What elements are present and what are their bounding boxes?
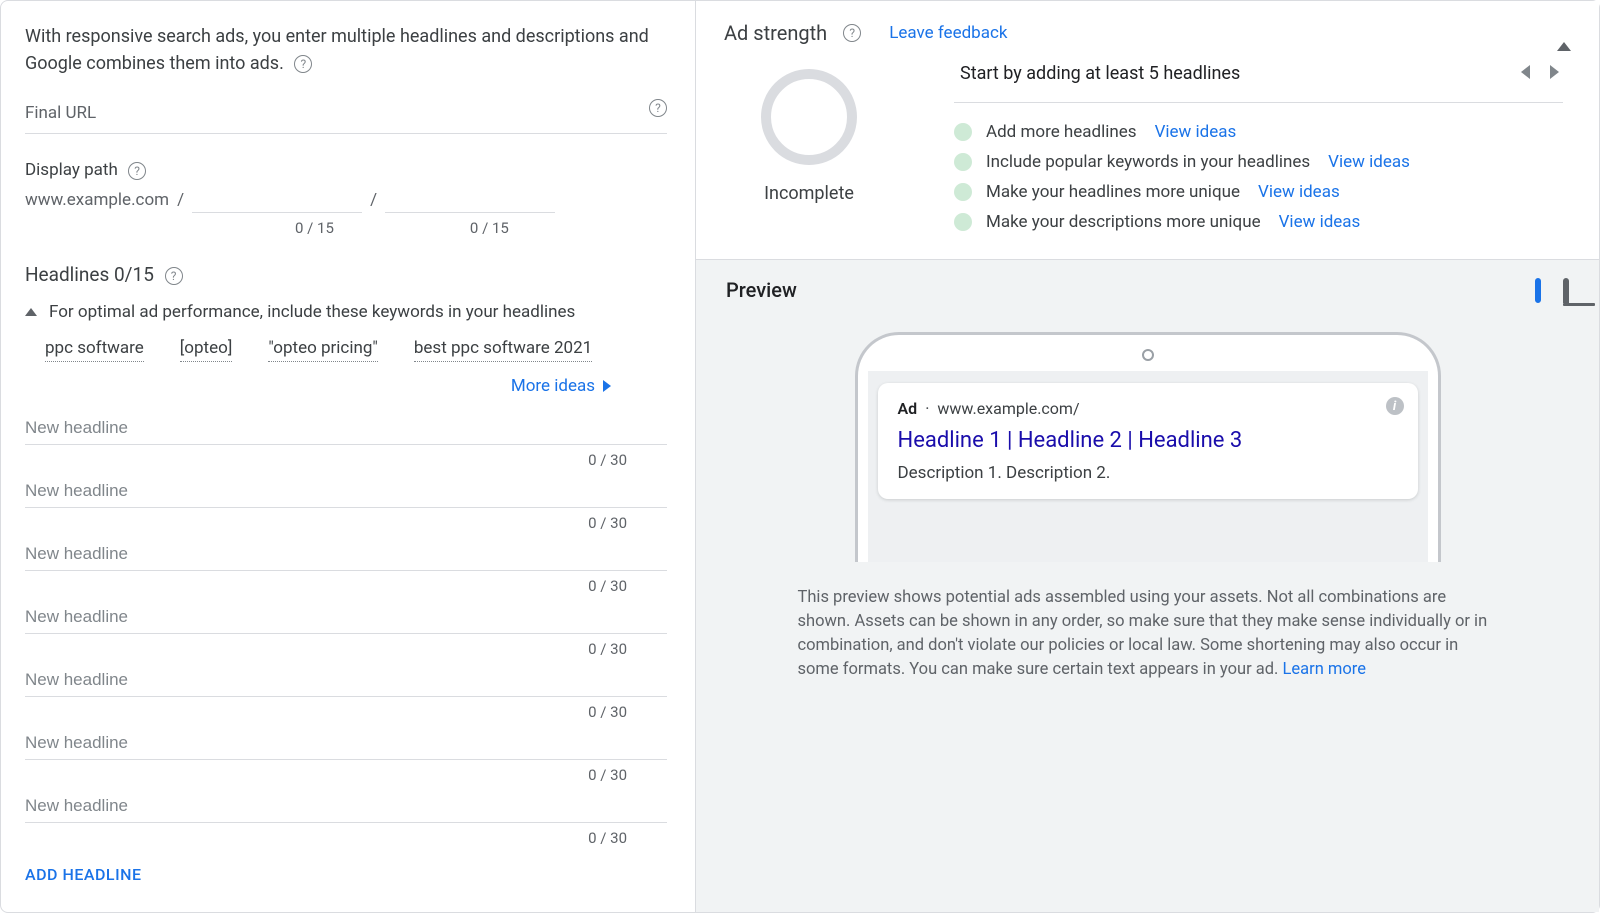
- help-icon[interactable]: ?: [294, 55, 312, 73]
- leave-feedback-link[interactable]: Leave feedback: [889, 23, 1007, 43]
- chevron-right-icon: [1550, 65, 1559, 79]
- headline-input[interactable]: [25, 544, 667, 564]
- next-button[interactable]: [1550, 64, 1559, 83]
- more-ideas-link[interactable]: More ideas: [511, 376, 611, 396]
- preview-title: Preview: [726, 278, 797, 302]
- device-frame: Ad · www.example.com/ i Headline 1 | Hea…: [855, 332, 1441, 562]
- final-url-label: Final URL: [25, 103, 667, 123]
- display-path-input-2[interactable]: [385, 188, 555, 213]
- headline-counter: 0 / 30: [25, 766, 627, 784]
- add-headline-button[interactable]: ADD HEADLINE: [25, 865, 667, 884]
- preview-note: This preview shows potential ads assembl…: [798, 586, 1498, 682]
- display-path-label: Display path: [25, 160, 118, 180]
- strength-suggestion: Include popular keywords in your headlin…: [954, 147, 1563, 177]
- help-icon[interactable]: ?: [843, 24, 861, 42]
- ad-strength-title: Ad strength: [724, 21, 827, 45]
- strength-status: Incomplete: [724, 183, 894, 204]
- view-ideas-link[interactable]: View ideas: [1328, 152, 1410, 172]
- info-icon[interactable]: i: [1386, 397, 1404, 415]
- view-ideas-link[interactable]: View ideas: [1155, 122, 1237, 142]
- prev-button[interactable]: [1521, 64, 1530, 83]
- ad-strength-section: Ad strength ? Leave feedback Incomplete …: [696, 1, 1599, 260]
- desktop-icon: [1563, 278, 1569, 303]
- headlines-header: Headlines 0/15: [25, 263, 154, 286]
- status-dot-icon: [954, 183, 972, 201]
- collapse-button[interactable]: [1557, 23, 1571, 42]
- ad-description: Description 1. Description 2.: [898, 463, 1398, 483]
- help-icon[interactable]: ?: [128, 162, 146, 180]
- help-icon[interactable]: ?: [649, 99, 667, 117]
- chevron-up-icon: [25, 308, 37, 316]
- headline-input[interactable]: [25, 733, 667, 753]
- strength-suggestion: Make your headlines more uniqueView idea…: [954, 177, 1563, 207]
- ad-badge: Ad: [898, 399, 918, 418]
- strength-gauge: [761, 69, 857, 165]
- display-path-domain: www.example.com: [25, 190, 169, 210]
- intro-text: With responsive search ads, you enter mu…: [25, 23, 667, 77]
- headline-input[interactable]: [25, 607, 667, 627]
- final-url-field[interactable]: Final URL ?: [25, 103, 667, 134]
- keyword-chip[interactable]: best ppc software 2021: [414, 338, 592, 362]
- headline-counter: 0 / 30: [25, 640, 627, 658]
- help-icon[interactable]: ?: [165, 267, 183, 285]
- device-speaker-icon: [1142, 349, 1154, 361]
- headline-input[interactable]: [25, 418, 667, 438]
- headline-counter: 0 / 30: [25, 703, 627, 721]
- keyword-chip[interactable]: [opteo]: [180, 338, 233, 362]
- desktop-preview-button[interactable]: [1563, 281, 1569, 300]
- right-panel: Ad strength ? Leave feedback Incomplete …: [696, 1, 1599, 912]
- ad-preview-card: Ad · www.example.com/ i Headline 1 | Hea…: [878, 383, 1418, 499]
- preview-section: Preview Ad · www.example.com/ i: [696, 260, 1599, 912]
- headline-counter: 0 / 30: [25, 577, 627, 595]
- keyword-chip[interactable]: "opteo pricing": [268, 338, 378, 362]
- chevron-right-icon: [603, 380, 611, 392]
- headline-input[interactable]: [25, 670, 667, 690]
- headline-input[interactable]: [25, 481, 667, 501]
- status-dot-icon: [954, 153, 972, 171]
- status-dot-icon: [954, 123, 972, 141]
- strength-suggestion: Add more headlinesView ideas: [954, 117, 1563, 147]
- display-path-section: Display path ? www.example.com / / 0 / 1…: [25, 160, 667, 237]
- path-counter-2: 0 / 15: [470, 219, 509, 237]
- keyword-chips: ppc software [opteo] "opteo pricing" bes…: [25, 338, 667, 362]
- ad-url: www.example.com/: [937, 399, 1079, 418]
- path-counter-1: 0 / 15: [295, 219, 334, 237]
- keyword-chip[interactable]: ppc software: [45, 338, 144, 362]
- status-dot-icon: [954, 213, 972, 231]
- left-panel: With responsive search ads, you enter mu…: [1, 1, 696, 912]
- display-path-input-1[interactable]: [192, 188, 362, 213]
- keyword-suggestion-toggle[interactable]: For optimal ad performance, include thes…: [25, 302, 667, 322]
- view-ideas-link[interactable]: View ideas: [1279, 212, 1361, 232]
- chevron-up-icon: [1557, 23, 1571, 51]
- chevron-left-icon: [1521, 65, 1530, 79]
- strength-suggestion: Make your descriptions more uniqueView i…: [954, 207, 1563, 237]
- headline-counter: 0 / 30: [25, 829, 627, 847]
- headline-counter: 0 / 30: [25, 451, 627, 469]
- strength-start-hint: Start by adding at least 5 headlines: [960, 63, 1240, 84]
- ad-headline: Headline 1 | Headline 2 | Headline 3: [898, 428, 1398, 453]
- phone-icon: [1535, 278, 1541, 303]
- mobile-preview-button[interactable]: [1535, 281, 1541, 300]
- view-ideas-link[interactable]: View ideas: [1258, 182, 1340, 202]
- learn-more-link[interactable]: Learn more: [1283, 660, 1366, 679]
- headline-counter: 0 / 30: [25, 514, 627, 532]
- headline-input[interactable]: [25, 796, 667, 816]
